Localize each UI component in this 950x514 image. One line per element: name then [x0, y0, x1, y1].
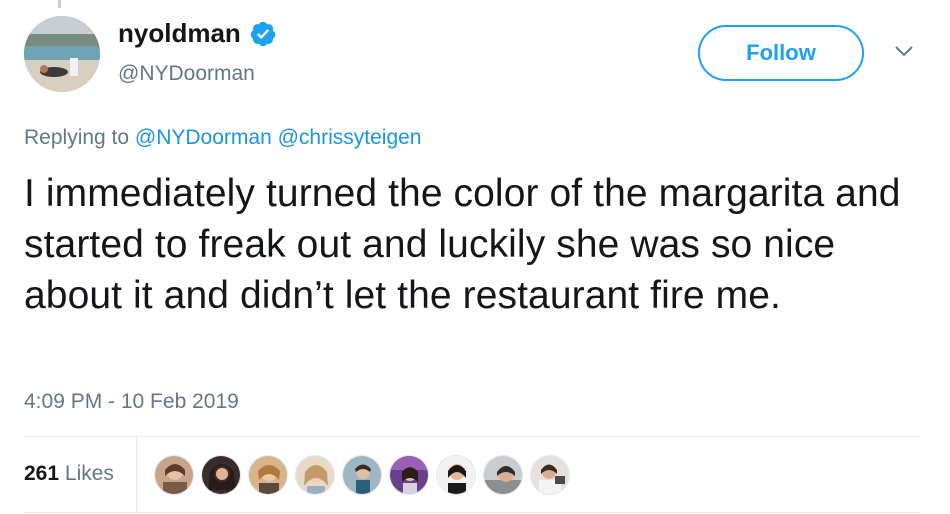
liker-avatar[interactable]	[342, 455, 382, 495]
replying-prefix: Replying to	[24, 126, 130, 149]
follow-button[interactable]: Follow	[698, 25, 864, 81]
mention-link[interactable]: @NYDoorman	[135, 126, 272, 149]
likes-count: 261	[24, 462, 60, 485]
liker-avatar[interactable]	[483, 455, 523, 495]
chevron-down-icon[interactable]	[894, 44, 914, 58]
liker-avatar[interactable]	[530, 455, 570, 495]
stats-separator	[136, 437, 137, 512]
verified-badge-icon	[249, 20, 277, 48]
liker-avatar[interactable]	[295, 455, 335, 495]
likes-label: Likes	[64, 462, 114, 485]
mention-link[interactable]: @chrissyteigen	[278, 126, 422, 149]
liker-avatar[interactable]	[154, 455, 194, 495]
tweet-timestamp[interactable]: 4:09 PM - 10 Feb 2019	[24, 390, 239, 414]
liker-avatars	[154, 455, 577, 495]
liker-avatar[interactable]	[201, 455, 241, 495]
divider	[24, 512, 920, 513]
display-name[interactable]: nyoldman	[118, 18, 241, 49]
likes-stat[interactable]: 261 Likes	[24, 462, 114, 486]
display-name-row: nyoldman	[118, 18, 277, 49]
thread-connector-line	[58, 0, 61, 8]
user-handle[interactable]: @NYDoorman	[118, 62, 255, 86]
tweet-text: I immediately turned the color of the ma…	[24, 172, 901, 317]
divider	[24, 436, 920, 437]
replying-to-line: Replying to @NYDoorman @chrissyteigen	[24, 126, 421, 150]
profile-avatar[interactable]	[24, 16, 100, 92]
liker-avatar[interactable]	[436, 455, 476, 495]
liker-avatar[interactable]	[248, 455, 288, 495]
liker-avatar[interactable]	[389, 455, 429, 495]
profile-photo-icon	[24, 16, 100, 92]
